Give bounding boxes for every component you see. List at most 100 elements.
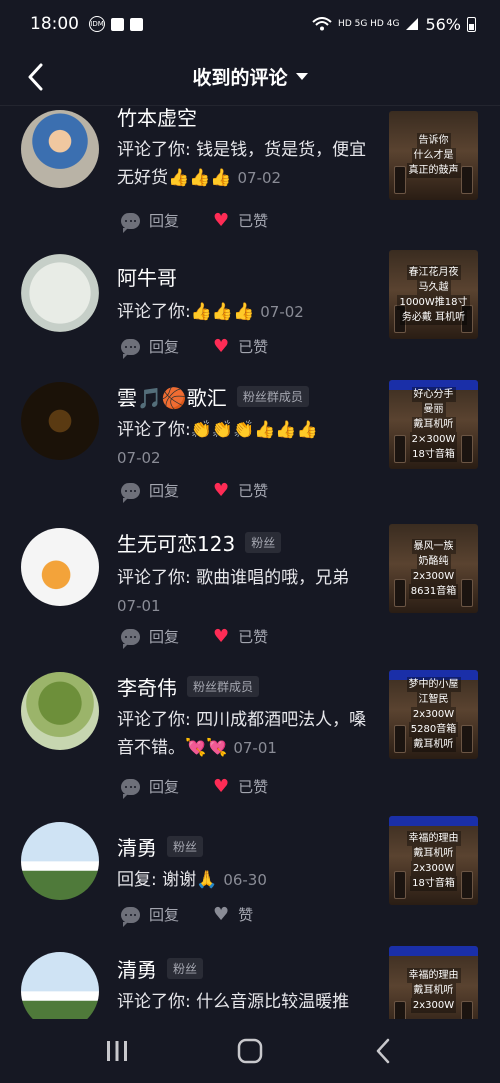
comment-bubble-icon (121, 212, 140, 233)
comment-bubble-icon (121, 778, 140, 799)
system-back-button[interactable] (353, 1031, 413, 1071)
comment-date: 07-01 (233, 739, 277, 757)
gallery-icon (111, 17, 124, 31)
recent-apps-button[interactable] (87, 1031, 147, 1071)
network-indicators: HD 5G HD 4G (338, 19, 400, 29)
wifi-icon (312, 17, 332, 31)
system-nav-bar (0, 1019, 500, 1083)
comment-text[interactable]: 评论了你:👍👍👍 07-02 (117, 298, 377, 326)
caret-down-icon (295, 73, 308, 80)
avatar[interactable] (21, 110, 99, 188)
avatar[interactable] (21, 672, 99, 750)
like-button[interactable]: ♥ 已赞 (213, 336, 268, 357)
page-title: 收到的评论 (192, 67, 288, 89)
comment-date: 07-01 (117, 597, 161, 615)
battery-icon (467, 16, 476, 32)
video-thumbnail[interactable]: 春江花月夜 马久越 1000W推18寸 务必戴 耳机听 (389, 250, 478, 339)
back-icon (377, 1038, 390, 1064)
heart-icon: ♥ (213, 625, 230, 647)
comment-text[interactable]: 回复: 谢谢🙏 06-30 (117, 866, 377, 894)
comment-date: 07-02 (117, 449, 161, 467)
username[interactable]: 雲🎵🏀歌汇 (117, 382, 227, 411)
username[interactable]: 阿牛哥 (117, 262, 177, 291)
like-button[interactable]: ♥ 已赞 (213, 776, 268, 797)
recent-apps-icon (106, 1041, 127, 1061)
video-thumbnail[interactable]: 幸福的理由 戴耳机听 2x300W 18寸音箱 (389, 816, 478, 905)
comment-item[interactable]: 竹本虚空 评论了你: 钱是钱，货是货，便宜无好货👍👍👍 07-02 回复 ♥ 已赞… (0, 106, 500, 236)
signal-icon (406, 18, 419, 30)
battery-percent: 56% (425, 14, 461, 34)
comment-text[interactable]: 评论了你: 钱是钱，货是货，便宜无好货👍👍👍 07-02 (117, 136, 377, 192)
comment-text[interactable]: 评论了你:👏👏👏👍👍👍 07-02 (117, 416, 377, 472)
comment-bubble-icon (121, 628, 140, 649)
heart-icon: ♥ (213, 775, 230, 797)
home-button[interactable] (220, 1031, 280, 1071)
status-notification-icons: IDM (89, 16, 143, 32)
avatar[interactable] (21, 822, 99, 900)
chevron-left-icon (28, 63, 43, 91)
comment-item[interactable]: 阿牛哥 评论了你:👍👍👍 07-02 回复 ♥ 已赞 春江花月夜 马久越 1000… (0, 250, 500, 370)
username[interactable]: 李奇伟 (117, 672, 177, 701)
comment-text[interactable]: 评论了你: 四川成都酒吧法人，嗓音不错。💘💘 07-01 (117, 706, 377, 762)
status-bar: 18:00 IDM HD 5G HD 4G 56% (0, 0, 500, 48)
comment-date: 06-30 (223, 871, 267, 889)
comment-list[interactable]: 竹本虚空 评论了你: 钱是钱，货是货，便宜无好货👍👍👍 07-02 回复 ♥ 已赞… (0, 106, 500, 1019)
like-button[interactable]: ♥ 已赞 (213, 480, 268, 501)
reply-button[interactable]: 回复 (121, 210, 179, 233)
heart-icon: ♥ (213, 479, 230, 501)
reply-button[interactable]: 回复 (121, 480, 179, 503)
reply-button[interactable]: 回复 (121, 904, 179, 927)
fan-group-badge: 粉丝群成员 (236, 386, 309, 407)
heart-icon: ♥ (213, 903, 230, 925)
avatar[interactable] (21, 254, 99, 332)
video-thumbnail[interactable]: 告诉你 什么才是 真正的鼓声 (389, 111, 478, 200)
comment-bubble-icon (121, 906, 140, 927)
comment-text[interactable]: 评论了你: 什么音源比较温暖推 (117, 988, 377, 1016)
comment-text[interactable]: 评论了你: 歌曲谁唱的哦，兄弟 07-01 (117, 564, 377, 620)
like-button[interactable]: ♥ 已赞 (213, 210, 268, 231)
video-thumbnail[interactable]: 梦中的小屋 江智民 2x300W 5280音箱 戴耳机听 (389, 670, 478, 759)
comment-date: 07-02 (260, 303, 304, 321)
heart-icon: ♥ (213, 209, 230, 231)
comment-date: 07-02 (237, 169, 282, 187)
idm-icon: IDM (89, 16, 105, 32)
comment-bubble-icon (121, 338, 140, 359)
status-right: HD 5G HD 4G 56% (312, 15, 476, 34)
video-thumbnail[interactable]: 暴风一族 奶酪纯 2x300W 8631音箱 (389, 524, 478, 613)
reply-button[interactable]: 回复 (121, 776, 179, 799)
top-bar: 收到的评论 (0, 48, 500, 106)
fan-badge: 粉丝 (245, 532, 282, 553)
avatar[interactable] (21, 382, 99, 460)
video-thumbnail[interactable]: 幸福的理由 戴耳机听 2x300W (389, 946, 478, 1019)
video-thumbnail[interactable]: 好心分手 曼丽 戴耳机听 2×300W 18寸音箱 (389, 380, 478, 469)
back-button[interactable] (18, 60, 52, 94)
avatar[interactable] (21, 952, 99, 1019)
fan-badge: 粉丝 (167, 958, 204, 979)
status-time: 18:00 (30, 14, 79, 34)
like-button[interactable]: ♥ 赞 (213, 904, 253, 925)
comment-item[interactable]: 雲🎵🏀歌汇 粉丝群成员 评论了你:👏👏👏👍👍👍 07-02 回复 ♥ 已赞 好心分… (0, 378, 500, 508)
comment-item[interactable]: 清勇 粉丝 回复: 谢谢🙏 06-30 回复 ♥ 赞 幸福的理由 戴耳机听 2x3… (0, 816, 500, 938)
username[interactable]: 清勇 (117, 954, 157, 983)
emoji: 👍👍👍 (168, 168, 232, 188)
comment-item[interactable]: 生无可恋123 粉丝 评论了你: 歌曲谁唱的哦，兄弟 07-01 回复 ♥ 已赞 … (0, 522, 500, 652)
comment-item[interactable]: 李奇伟 粉丝群成员 评论了你: 四川成都酒吧法人，嗓音不错。💘💘 07-01 回复… (0, 668, 500, 799)
avatar[interactable] (21, 528, 99, 606)
like-button[interactable]: ♥ 已赞 (213, 626, 268, 647)
check-icon (130, 17, 143, 31)
comment-item[interactable]: 清勇 粉丝 评论了你: 什么音源比较温暖推 幸福的理由 戴耳机听 2x300W (0, 946, 500, 1019)
fan-group-badge: 粉丝群成员 (187, 676, 260, 697)
emoji: 🙏 (196, 870, 218, 890)
reply-button[interactable]: 回复 (121, 626, 179, 649)
fan-badge: 粉丝 (167, 836, 204, 857)
username[interactable]: 生无可恋123 (117, 528, 235, 557)
comment-bubble-icon (121, 482, 140, 503)
emoji: 💘💘 (185, 738, 228, 758)
heart-icon: ♥ (213, 335, 230, 357)
title-dropdown[interactable]: 收到的评论 (192, 63, 308, 90)
reply-button[interactable]: 回复 (121, 336, 179, 359)
emoji: 👍👍👍 (190, 302, 255, 322)
username[interactable]: 清勇 (117, 832, 157, 861)
username[interactable]: 竹本虚空 (117, 106, 197, 131)
emoji: 👏👏👏👍👍👍 (190, 420, 318, 440)
